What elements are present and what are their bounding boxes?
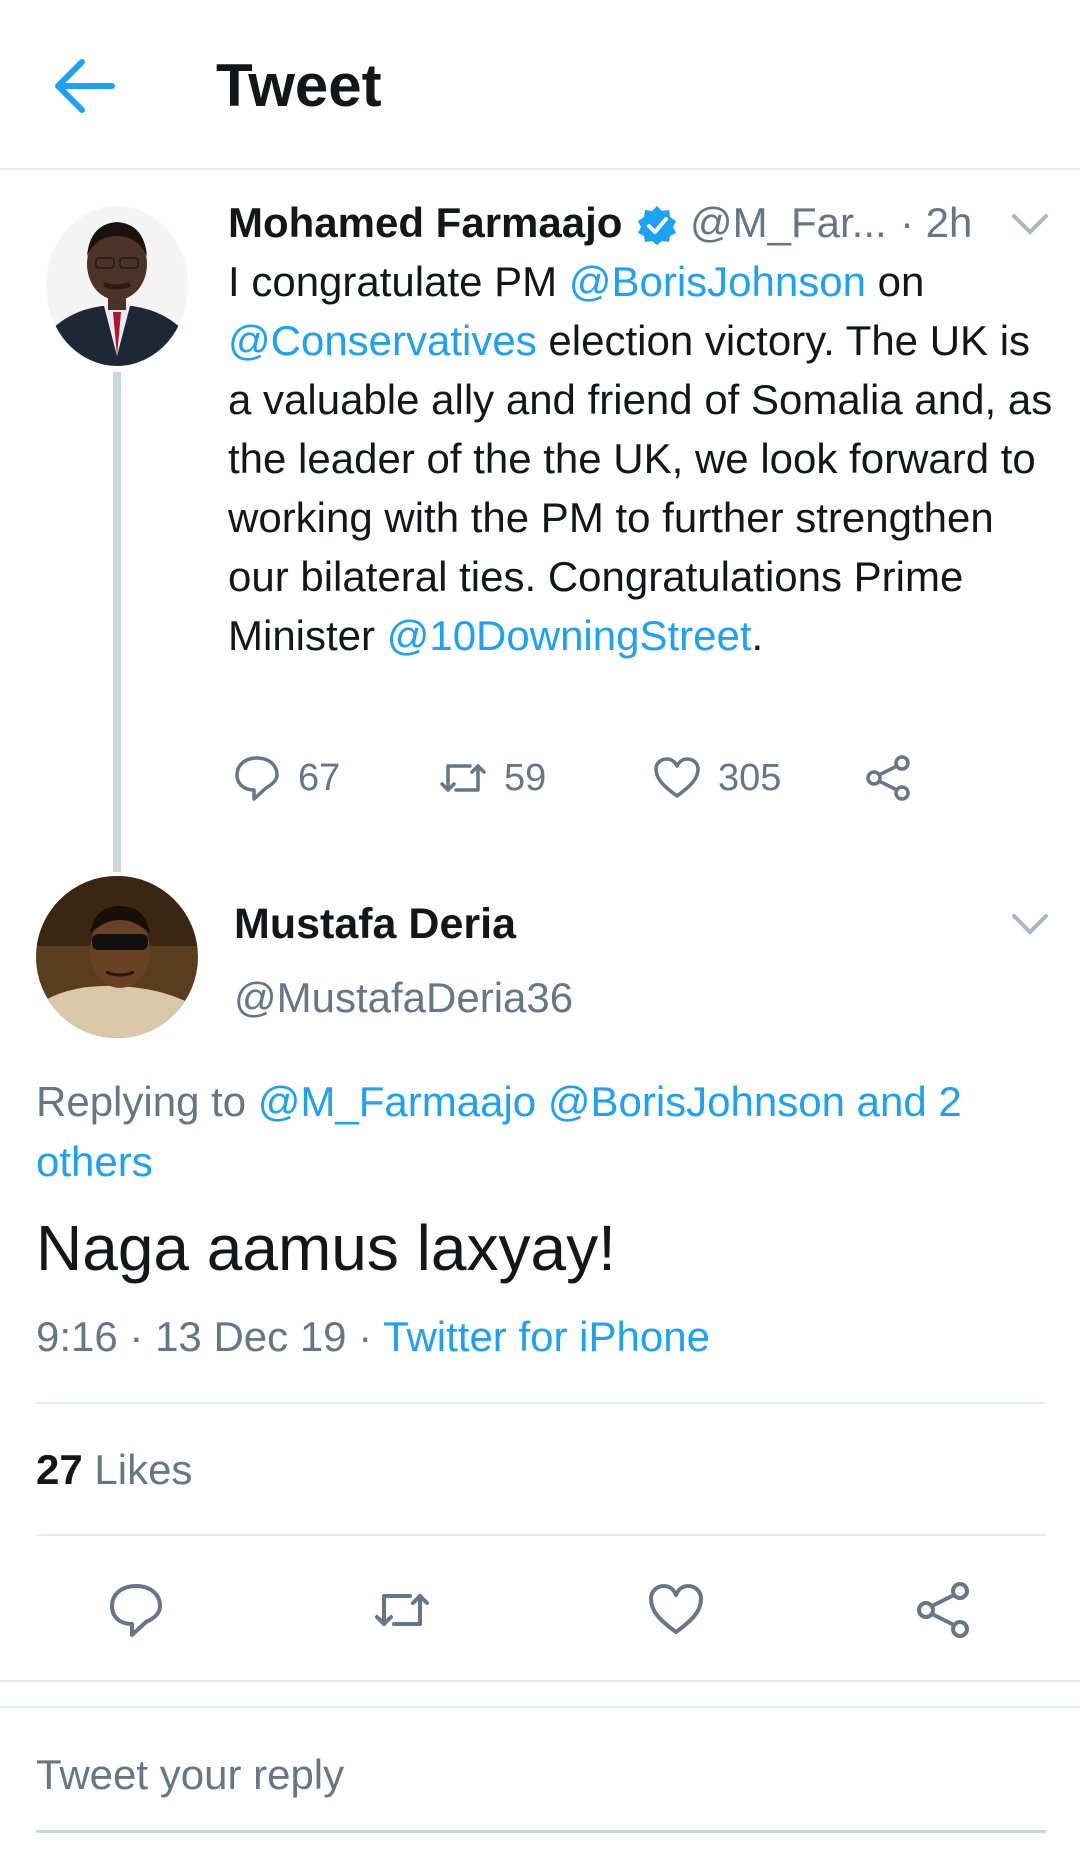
reply-input[interactable] (36, 1742, 1044, 1808)
tweet-text: election victory. The UK is a valuable a… (228, 317, 1053, 659)
mention-link[interactable]: @Conservatives (228, 317, 537, 364)
retweet-icon (440, 764, 486, 792)
tweet-time: · 2h (900, 199, 973, 246)
author-handle: @M_Far... (690, 199, 887, 246)
divider (36, 1402, 1046, 1404)
tweet-body: I congratulate PM @BorisJohnson on @Cons… (228, 252, 1060, 665)
verified-badge-icon (636, 204, 678, 246)
back-arrow-icon[interactable] (52, 58, 116, 114)
share-icon (917, 1582, 969, 1638)
reply-button[interactable] (106, 1580, 166, 1640)
avatar[interactable] (36, 876, 198, 1038)
mention-link[interactable]: @BorisJohnson (569, 258, 866, 305)
tweet-text: . (751, 612, 764, 659)
chevron-down-icon[interactable] (1010, 212, 1050, 238)
retweet-icon (375, 1594, 429, 1626)
reply-icon (235, 756, 279, 801)
divider (0, 1680, 1080, 1682)
likes-label: Likes (82, 1446, 193, 1493)
divider (36, 1534, 1046, 1536)
like-count: 305 (718, 756, 782, 799)
replying-prefix: Replying to (36, 1078, 258, 1125)
tweet-text: I congratulate PM (228, 258, 569, 305)
share-stat[interactable] (864, 754, 914, 806)
top-bar (0, 0, 1080, 170)
tweet-timestamp: 9:16 · 13 Dec 19 · (36, 1313, 384, 1360)
reply-input-underline (36, 1830, 1046, 1833)
page-title: Tweet (216, 52, 382, 119)
author-handle: @MustafaDeria36 (234, 974, 574, 1021)
chevron-down-icon[interactable] (1010, 912, 1050, 938)
tweet-text: on (865, 258, 925, 305)
tweet-source-link[interactable]: Twitter for iPhone (383, 1313, 710, 1360)
like-stat[interactable]: 305 (652, 754, 781, 806)
replying-to: Replying to @M_Farmaajo @BorisJohnson an… (36, 1072, 1036, 1192)
likes-summary[interactable]: 27 Likes (36, 1442, 192, 1498)
likes-count: 27 (36, 1446, 83, 1493)
like-button[interactable] (646, 1580, 706, 1640)
tweet-body: Naga aamus laxyay! (36, 1212, 616, 1284)
share-icon (866, 755, 910, 801)
reply-icon (110, 1584, 162, 1637)
retweet-stat[interactable]: 59 (438, 754, 546, 806)
reply-stat[interactable]: 67 (232, 754, 340, 806)
reply-count: 67 (298, 756, 341, 799)
heart-icon (649, 1584, 703, 1634)
share-button[interactable] (914, 1580, 974, 1640)
heart-icon (654, 757, 700, 798)
thread-connector-line (113, 372, 121, 872)
author-name[interactable]: Mustafa Deria (234, 898, 516, 950)
retweet-button[interactable] (372, 1580, 432, 1640)
mention-link[interactable]: @10DowningStreet (387, 612, 752, 659)
author-name[interactable]: Mohamed Farmaajo (228, 198, 622, 248)
tweet-meta: 9:16 · 13 Dec 19 · Twitter for iPhone (36, 1310, 710, 1364)
avatar[interactable] (46, 206, 188, 366)
retweet-count: 59 (504, 756, 547, 799)
